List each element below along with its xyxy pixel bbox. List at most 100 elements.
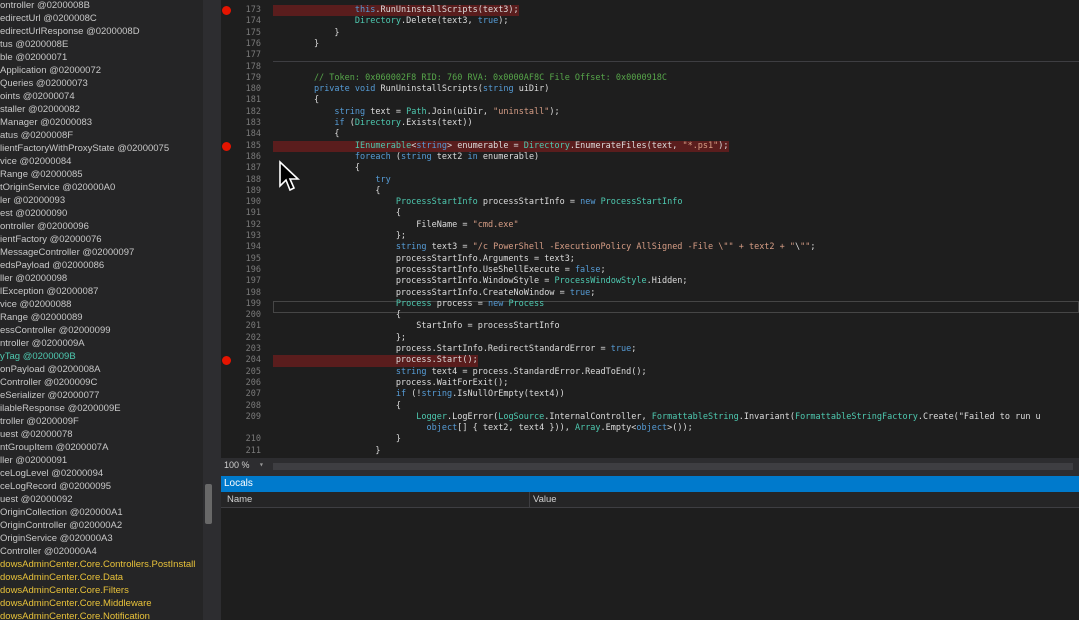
code-line[interactable]: processStartInfo.WindowStyle = ProcessWi… xyxy=(273,276,688,287)
code-line[interactable]: } xyxy=(273,28,339,39)
column-divider[interactable] xyxy=(529,492,530,507)
tree-item[interactable]: ontroller @0200008B xyxy=(0,0,90,12)
code-line[interactable]: // Token: 0x060002F8 RID: 760 RVA: 0x000… xyxy=(273,73,667,84)
tree-item[interactable]: ble @02000071 xyxy=(0,51,67,64)
tree-item[interactable]: Range @02000085 xyxy=(0,168,83,181)
tree-item[interactable]: onPayload @0200008A xyxy=(0,363,101,376)
code-line[interactable]: ProcessStartInfo processStartInfo = new … xyxy=(273,197,683,208)
tree-item[interactable]: essController @02000099 xyxy=(0,324,111,337)
tree-item[interactable]: uest @02000078 xyxy=(0,428,73,441)
tree-item[interactable]: ntroller @0200009A xyxy=(0,337,85,350)
tree-item[interactable]: Queries @02000073 xyxy=(0,77,88,90)
line-number: 178 xyxy=(245,61,261,72)
code-line[interactable]: { xyxy=(273,129,339,140)
code-line[interactable]: string text = Path.Join(uiDir, "uninstal… xyxy=(273,107,559,118)
tree-item[interactable]: edirectUrl @0200008C xyxy=(0,12,97,25)
tree-item[interactable]: ientFactory @02000076 xyxy=(0,233,102,246)
code-line[interactable]: } xyxy=(273,446,380,457)
code-line[interactable]: processStartInfo.CreateNoWindow = true; xyxy=(273,288,596,299)
code-line[interactable]: }; xyxy=(273,333,406,344)
tree-item[interactable]: dowsAdminCenter.Core.Notification xyxy=(0,610,150,620)
assembly-tree[interactable]: ontroller @0200008B edirectUrl @0200008C e… xyxy=(0,0,203,620)
code-line[interactable]: { xyxy=(273,401,401,412)
tree-item[interactable]: eSerializer @02000077 xyxy=(0,389,99,402)
tree-item[interactable]: Manager @02000083 xyxy=(0,116,92,129)
code-line[interactable]: { xyxy=(273,208,401,219)
tree-item[interactable]: dowsAdminCenter.Core.Controllers.PostIns… xyxy=(0,558,195,571)
tree-scrollbar[interactable] xyxy=(203,0,215,620)
code-line[interactable]: }; xyxy=(273,231,406,242)
breakpoint-icon[interactable] xyxy=(222,356,231,366)
code-line[interactable]: string text3 = "/c PowerShell -Execution… xyxy=(273,242,816,253)
tree-scrollbar-thumb[interactable] xyxy=(205,484,212,524)
column-header-name[interactable]: Name xyxy=(227,494,252,505)
tree-item[interactable]: tus @0200008E xyxy=(0,38,68,51)
tree-item[interactable]: yTag @0200009B xyxy=(0,350,76,363)
tree-item[interactable]: ller @02000091 xyxy=(0,454,67,467)
tree-item[interactable]: vice @02000084 xyxy=(0,155,71,168)
code-line[interactable]: private void RunUninstallScripts(string … xyxy=(273,84,549,95)
tree-item[interactable]: atus @0200008F xyxy=(0,129,73,142)
code-line[interactable]: this.RunUninstallScripts(text3); xyxy=(273,5,519,17)
code-line[interactable]: process.StartInfo.RedirectStandardError … xyxy=(273,344,637,355)
line-number: 175 xyxy=(245,27,261,38)
tree-item[interactable]: ceLogLevel @02000094 xyxy=(0,467,103,480)
code-line[interactable]: processStartInfo.Arguments = text3; xyxy=(273,254,575,265)
tree-item[interactable]: ntGroupItem @0200007A xyxy=(0,441,108,454)
tree-item[interactable]: Controller @0200009C xyxy=(0,376,97,389)
code-line[interactable]: string text4 = process.StandardError.Rea… xyxy=(273,367,647,378)
tree-item[interactable]: staller @02000082 xyxy=(0,103,80,116)
tree-item[interactable]: OriginService @020000A3 xyxy=(0,532,113,545)
tree-item[interactable]: lException @02000087 xyxy=(0,285,98,298)
code-line[interactable]: IEnumerable<string> enumerable = Directo… xyxy=(273,140,729,152)
code-line[interactable]: process.Start(); xyxy=(273,355,478,367)
code-line[interactable]: StartInfo = processStartInfo xyxy=(273,321,559,332)
line-number: 190 xyxy=(245,197,261,208)
tree-item[interactable]: tOriginService @020000A0 xyxy=(0,181,115,194)
tree-item[interactable]: troller @0200009F xyxy=(0,415,79,428)
tree-item[interactable]: ceLogRecord @02000095 xyxy=(0,480,111,493)
tree-item[interactable]: dowsAdminCenter.Core.Filters xyxy=(0,584,129,597)
tree-item[interactable]: lientFactoryWithProxyState @02000075 xyxy=(0,142,169,155)
tree-item[interactable]: uest @02000092 xyxy=(0,493,73,506)
tree-item[interactable]: Controller @020000A4 xyxy=(0,545,97,558)
tree-item[interactable]: ler @02000093 xyxy=(0,194,65,207)
code-line[interactable]: { xyxy=(273,310,401,321)
breakpoint-icon[interactable] xyxy=(222,6,231,15)
code-line[interactable]: FileName = "cmd.exe" xyxy=(273,220,518,231)
tree-item[interactable]: vice @02000088 xyxy=(0,298,71,311)
tree-item[interactable]: Range @02000089 xyxy=(0,311,83,324)
code-line[interactable]: } xyxy=(273,39,319,50)
tree-item[interactable]: OriginController @020000A2 xyxy=(0,519,122,532)
tree-item[interactable]: dowsAdminCenter.Core.Middleware xyxy=(0,597,152,610)
tree-item[interactable]: Application @02000072 xyxy=(0,64,101,77)
horizontal-scrollbar[interactable] xyxy=(273,463,1073,470)
code-line[interactable]: { xyxy=(273,95,319,106)
tree-item[interactable]: oints @02000074 xyxy=(0,90,75,103)
code-line[interactable]: processStartInfo.UseShellExecute = false… xyxy=(273,265,606,276)
code-line[interactable]: Process process = new Process xyxy=(273,299,544,310)
tree-item[interactable]: edsPayload @02000086 xyxy=(0,259,104,272)
line-number: 196 xyxy=(245,264,261,275)
zoom-level[interactable]: 100 % xyxy=(224,460,250,470)
code-line[interactable]: object[] { text2, text4 })), Array.Empty… xyxy=(273,423,693,434)
chevron-down-icon[interactable]: ▾ xyxy=(259,460,264,469)
code-line[interactable]: Logger.LogError(LogSource.InternalContro… xyxy=(273,412,1040,423)
code-line[interactable]: foreach (string text2 in enumerable) xyxy=(273,152,539,163)
code-line[interactable]: process.WaitForExit(); xyxy=(273,378,509,389)
tree-item[interactable]: ller @02000098 xyxy=(0,272,67,285)
tree-item[interactable]: ilableResponse @0200009E xyxy=(0,402,121,415)
tree-item[interactable]: OriginCollection @020000A1 xyxy=(0,506,123,519)
tree-item[interactable]: dowsAdminCenter.Core.Data xyxy=(0,571,123,584)
tree-item[interactable]: ontroller @02000096 xyxy=(0,220,89,233)
tree-item[interactable]: est @02000090 xyxy=(0,207,67,220)
code-line[interactable]: if (Directory.Exists(text)) xyxy=(273,118,472,129)
code-editor[interactable]: 173 this.RunUninstallScripts(text3); 174 … xyxy=(221,0,1079,458)
code-line[interactable]: Directory.Delete(text3, true); xyxy=(273,16,509,27)
code-line[interactable]: if (!string.IsNullOrEmpty(text4)) xyxy=(273,389,565,400)
code-line[interactable]: } xyxy=(273,434,401,445)
column-header-value[interactable]: Value xyxy=(533,494,557,505)
tree-item[interactable]: MessageController @02000097 xyxy=(0,246,134,259)
tree-item[interactable]: edirectUrlResponse @0200008D xyxy=(0,25,140,38)
breakpoint-icon[interactable] xyxy=(222,141,231,151)
